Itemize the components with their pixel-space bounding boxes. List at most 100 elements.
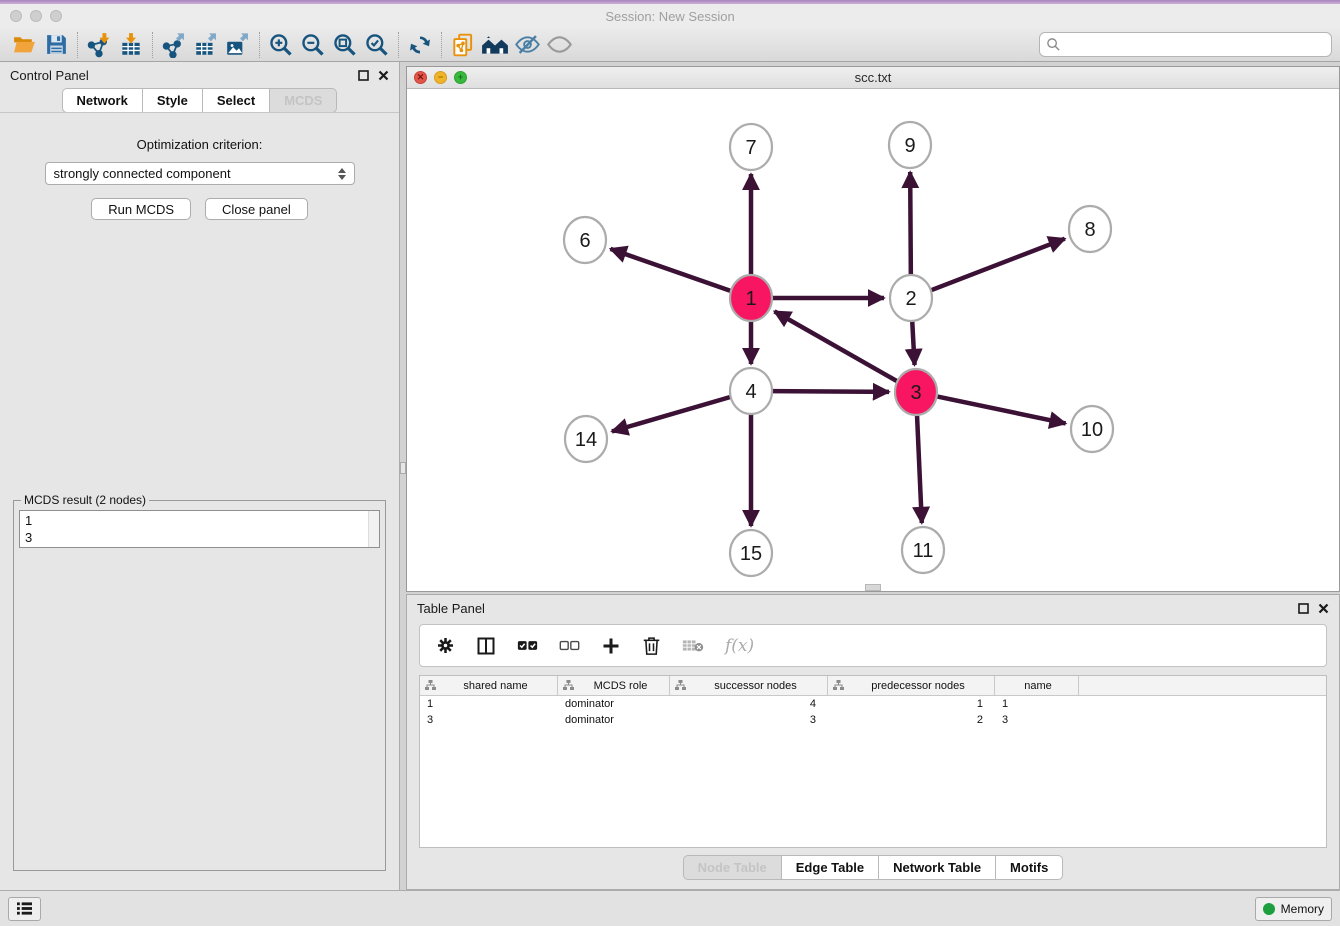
clone-network-button[interactable] (447, 30, 479, 60)
control-panel-header: Control Panel (0, 62, 399, 88)
column-header-predecessor-nodes[interactable]: predecessor nodes (828, 676, 995, 695)
close-panel-button[interactable]: Close panel (205, 198, 308, 220)
mcds-result-group: MCDS result (2 nodes) 1 3 (13, 493, 386, 871)
table-settings-button[interactable] (436, 636, 455, 655)
zoom-in-button[interactable] (265, 30, 297, 60)
network-graph[interactable]: 7968124314101511 (407, 89, 1339, 591)
list-icon (16, 901, 33, 916)
right-column: scc.txt ✕ − + 7968124314101511 (406, 62, 1340, 890)
tab-node-table[interactable]: Node Table (683, 855, 782, 880)
table-cell[interactable]: 4 (670, 698, 828, 710)
tab-network-table[interactable]: Network Table (879, 855, 996, 880)
import-network-button[interactable] (83, 30, 115, 60)
save-session-button[interactable] (40, 30, 72, 60)
tab-motifs[interactable]: Motifs (996, 855, 1063, 880)
graph-edge-4-3[interactable] (773, 391, 889, 392)
mcds-result-title: MCDS result (2 nodes) (21, 493, 149, 507)
column-header-mcds-role[interactable]: MCDS role (558, 676, 670, 695)
export-table-icon (193, 32, 219, 58)
table-cell[interactable]: 2 (828, 714, 995, 726)
mcds-result-text[interactable]: 1 3 (20, 511, 379, 547)
graph-node-label: 7 (745, 137, 756, 159)
tab-network[interactable]: Network (62, 88, 143, 113)
result-scrollbar[interactable] (368, 511, 379, 547)
tab-select[interactable]: Select (203, 88, 270, 113)
close-panel-button[interactable] (1318, 603, 1329, 614)
zoom-in-icon (268, 32, 294, 58)
column-panel-button[interactable] (476, 636, 496, 656)
graph-edge-2-8[interactable] (932, 239, 1065, 290)
table-cell[interactable]: dominator (558, 698, 670, 710)
graph-edge-4-14[interactable] (612, 397, 730, 431)
zoom-out-button[interactable] (297, 30, 329, 60)
show-all-button[interactable] (543, 30, 575, 60)
float-panel-button[interactable] (358, 70, 369, 81)
select-stepper-icon (338, 168, 346, 180)
close-panel-button[interactable] (378, 70, 389, 81)
create-column-button[interactable] (601, 636, 621, 656)
table-cell[interactable]: 3 (420, 714, 558, 726)
optimization-criterion-label: Optimization criterion: (137, 137, 263, 152)
view-splitter-handle[interactable] (865, 584, 881, 591)
search-icon (1046, 37, 1061, 52)
table-row[interactable]: 1dominator411 (420, 696, 1326, 712)
tab-style[interactable]: Style (143, 88, 203, 113)
deselect-all-button[interactable] (559, 638, 580, 653)
search-field[interactable] (1039, 32, 1332, 57)
export-table-button[interactable] (190, 30, 222, 60)
close-view-button[interactable]: ✕ (414, 71, 427, 84)
zoom-fit-button[interactable] (329, 30, 361, 60)
table-cell[interactable]: 1 (420, 698, 558, 710)
table-panel-title: Table Panel (417, 601, 485, 616)
graph-edge-2-9[interactable] (910, 172, 911, 276)
search-input[interactable] (1061, 38, 1325, 52)
toolbar-separator (259, 32, 260, 58)
refresh-layout-button[interactable] (404, 30, 436, 60)
graph-edge-3-11[interactable] (917, 414, 922, 523)
table-cell[interactable]: 3 (670, 714, 828, 726)
graph-edge-2-3[interactable] (912, 320, 914, 365)
hierarchy-icon (425, 680, 436, 691)
criterion-select[interactable]: strongly connected component (45, 162, 355, 185)
select-all-button[interactable] (517, 638, 538, 653)
graph-node-label: 3 (910, 382, 921, 404)
table-row[interactable]: 3dominator323 (420, 712, 1326, 728)
table-panel-tabs: Node Table Edge Table Network Table Moti… (407, 855, 1339, 880)
function-builder-button[interactable]: f(x) (725, 636, 754, 656)
table-cell[interactable]: 1 (995, 698, 1079, 710)
network-title: scc.txt (407, 70, 1339, 85)
open-session-button[interactable] (8, 30, 40, 60)
table-panel-header: Table Panel (407, 595, 1339, 621)
maximize-view-button[interactable]: + (454, 71, 467, 84)
export-network-button[interactable] (158, 30, 190, 60)
run-mcds-button[interactable]: Run MCDS (91, 198, 191, 220)
save-icon (44, 32, 69, 57)
status-list-button[interactable] (8, 897, 41, 921)
float-panel-button[interactable] (1298, 603, 1309, 614)
import-table-button[interactable] (115, 30, 147, 60)
delete-column-button[interactable] (642, 635, 661, 656)
column-header-shared-name[interactable]: shared name (420, 676, 558, 695)
tab-mcds[interactable]: MCDS (270, 88, 337, 113)
table-cell[interactable]: 3 (995, 714, 1079, 726)
first-neighbors-button[interactable] (479, 30, 511, 60)
control-panel: Control Panel Network Style Select MCDS … (0, 62, 400, 890)
column-header-name[interactable]: name (995, 676, 1079, 695)
memory-button[interactable]: Memory (1255, 897, 1332, 921)
graph-edge-3-10[interactable] (938, 397, 1066, 424)
table-cell[interactable]: dominator (558, 714, 670, 726)
zoom-selected-button[interactable] (361, 30, 393, 60)
export-image-button[interactable] (222, 30, 254, 60)
tab-edge-table[interactable]: Edge Table (782, 855, 879, 880)
column-header-successor-nodes[interactable]: successor nodes (670, 676, 828, 695)
destroy-table-button[interactable] (682, 638, 704, 653)
table-cell[interactable]: 1 (828, 698, 995, 710)
main-area: Control Panel Network Style Select MCDS … (0, 62, 1340, 890)
graph-edge-3-1[interactable] (774, 311, 896, 381)
graph-edge-1-6[interactable] (610, 249, 730, 291)
network-canvas[interactable]: 7968124314101511 (407, 89, 1339, 591)
tab-label: Node Table (698, 860, 767, 875)
node-table: shared name MCDS role successor nodes pr… (419, 675, 1327, 848)
hide-selected-button[interactable] (511, 30, 543, 60)
minimize-view-button[interactable]: − (434, 71, 447, 84)
